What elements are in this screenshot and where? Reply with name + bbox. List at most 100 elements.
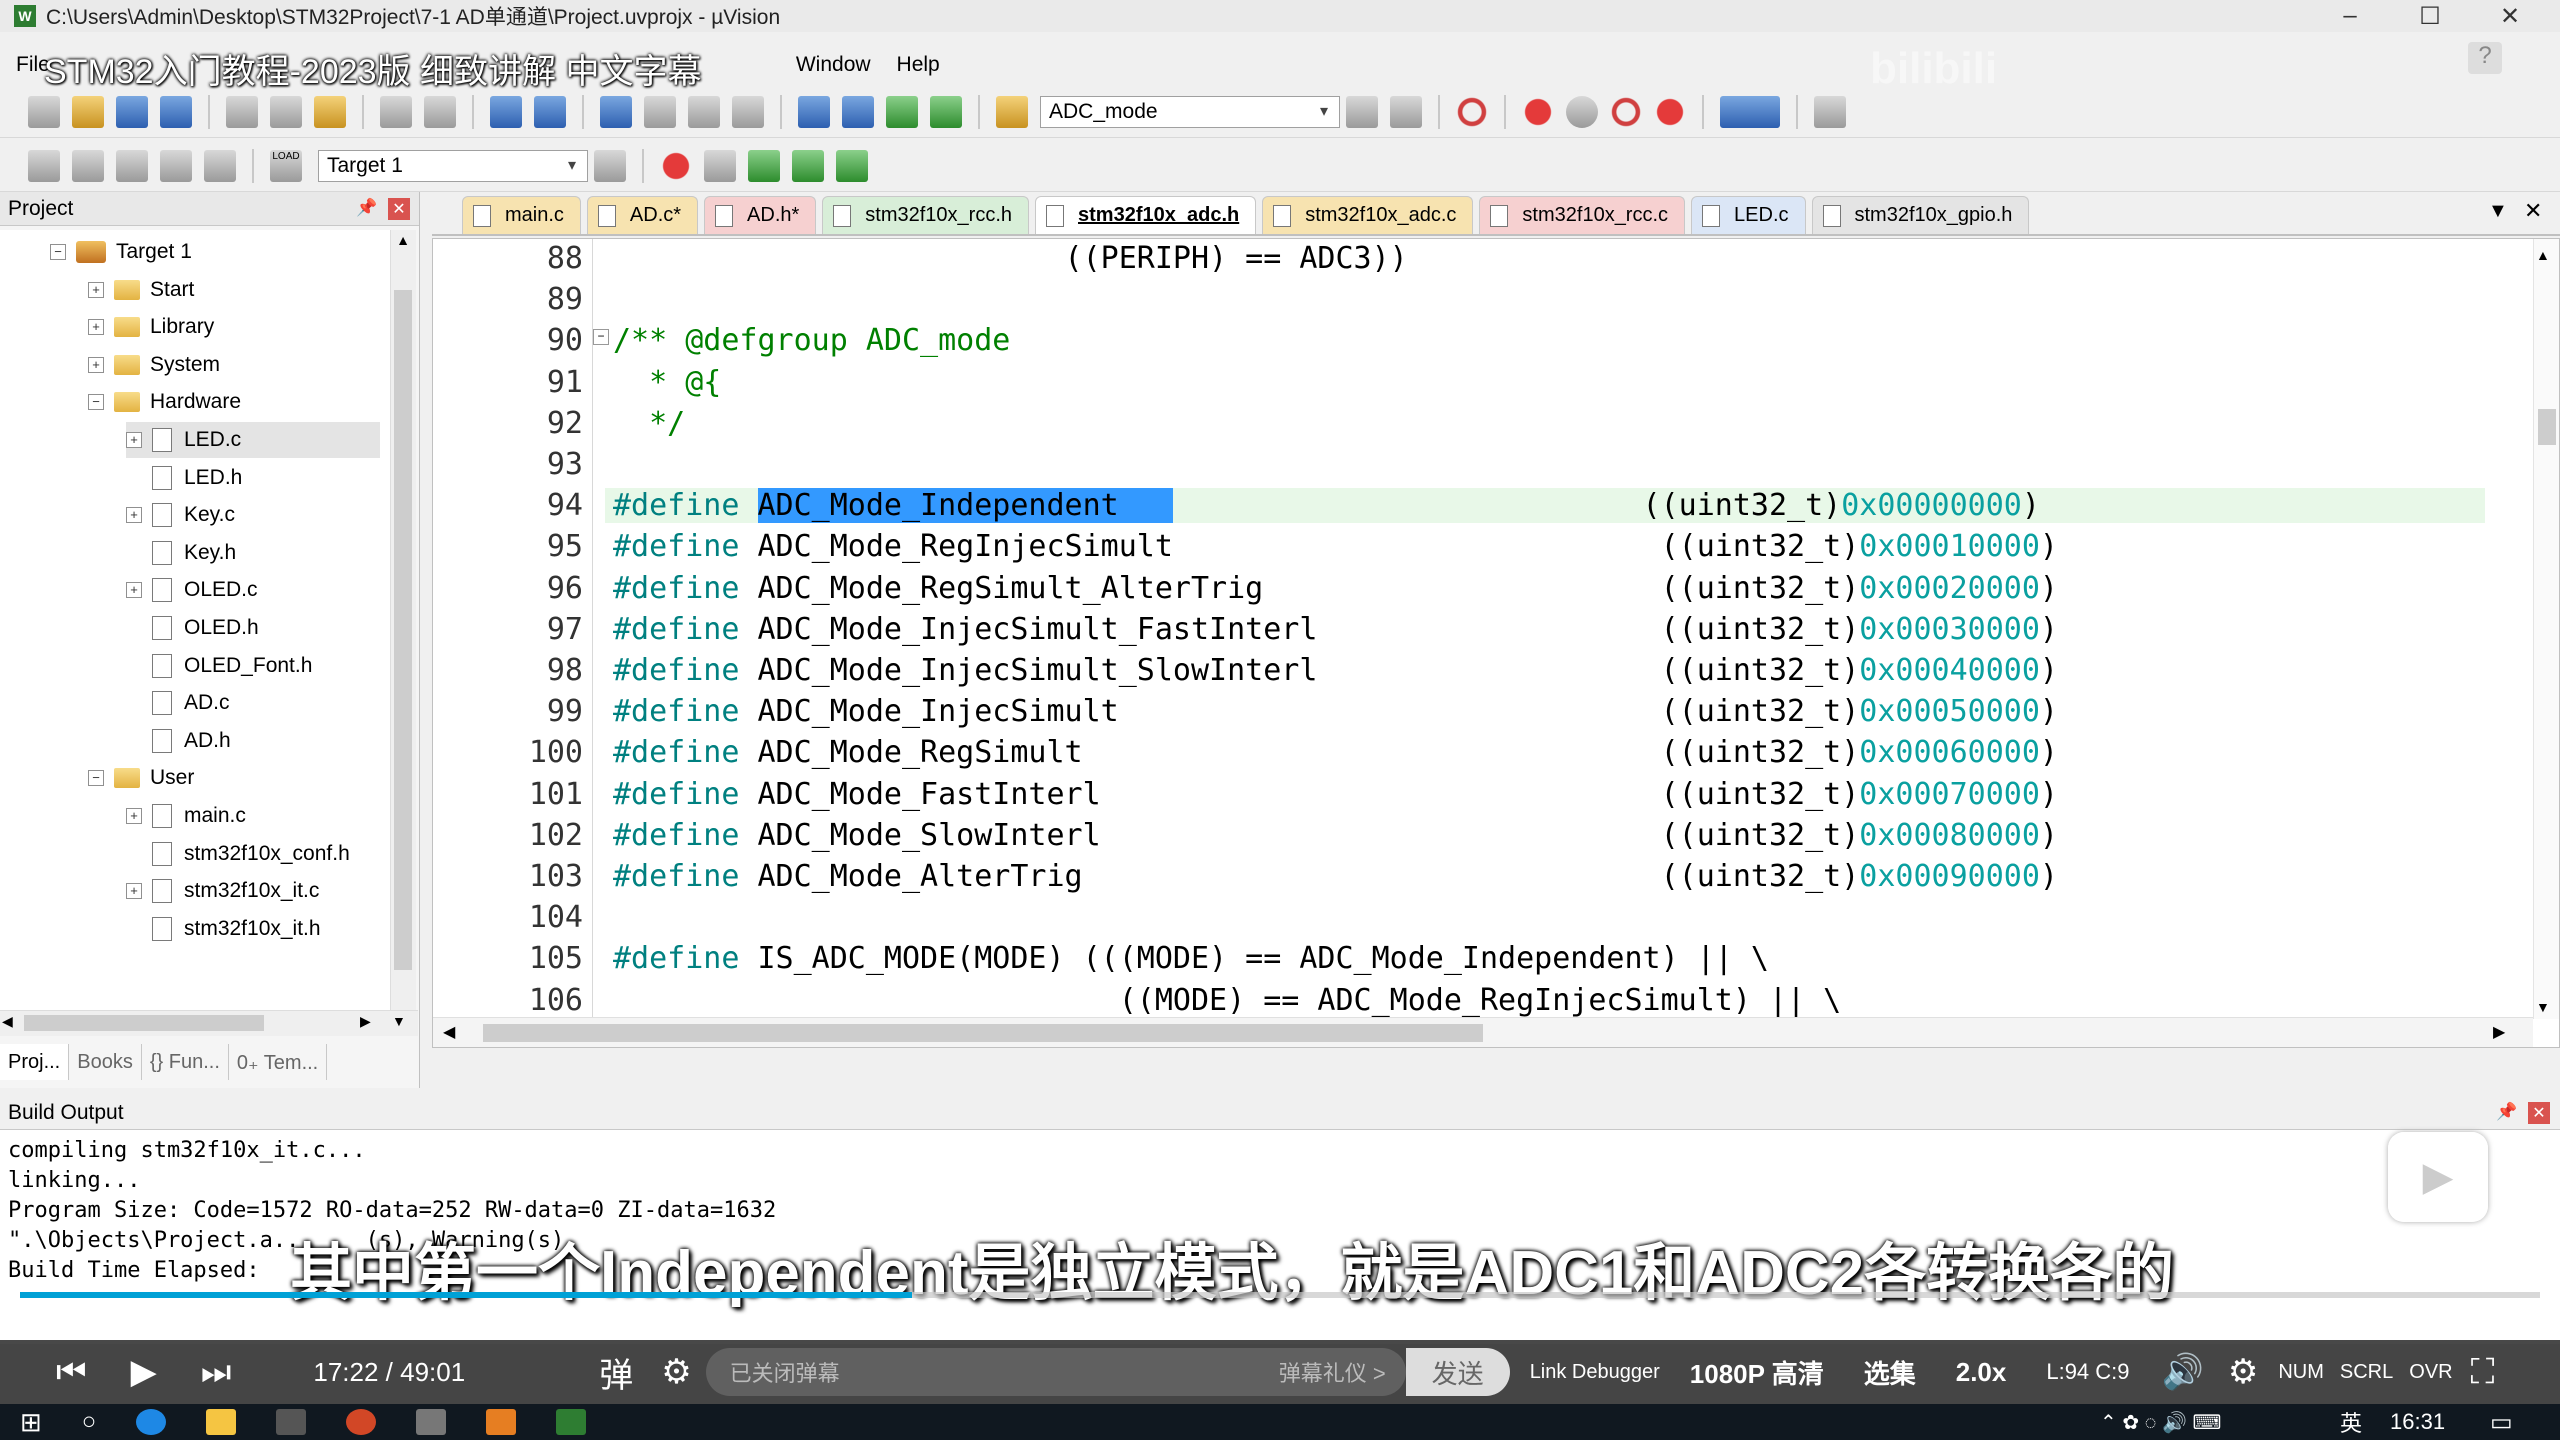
find-in-files-icon[interactable]	[996, 95, 1028, 128]
build-target-combo[interactable]: Target 1 ▾	[318, 149, 588, 182]
code-line[interactable]: #define ADC_Mode_InjecSimult ((uint32_t)…	[613, 694, 2058, 729]
scroll-down-icon[interactable]: ▼	[392, 1013, 406, 1029]
tree-item[interactable]: OLED.h	[126, 610, 380, 646]
maximize-button[interactable]: ☐	[2400, 0, 2460, 32]
settings-gear-icon[interactable]: ⚙	[2228, 1352, 2258, 1392]
expand-icon[interactable]: +	[126, 808, 142, 824]
fold-toggle-icon[interactable]: −	[593, 329, 609, 345]
editor-hscroll-thumb[interactable]	[483, 1024, 1483, 1042]
disable-all-breakpoints-icon[interactable]	[1610, 95, 1642, 128]
editor-tab[interactable]: AD.h*	[704, 196, 817, 234]
help-icon[interactable]: ?	[2468, 42, 2502, 74]
tree-scroll-thumb[interactable]	[394, 290, 412, 970]
unindent-icon[interactable]	[842, 95, 874, 128]
bookmark-icon[interactable]	[600, 95, 632, 128]
quality-button[interactable]: 1080P 高清	[1690, 1354, 1824, 1391]
expand-icon[interactable]: +	[126, 582, 142, 599]
volume-icon[interactable]: 🔊	[2162, 1352, 2204, 1392]
kill-breakpoints-icon[interactable]	[1654, 95, 1686, 128]
chevron-down-icon[interactable]: ▾	[1313, 101, 1335, 123]
tree-item[interactable]: + main.c	[126, 798, 380, 834]
danmaku-settings-icon[interactable]: ⚙	[661, 1352, 691, 1392]
code-line[interactable]: ((MODE) == ADC_Mode_RegInjecSimult) || \	[613, 983, 1841, 1018]
collapse-icon[interactable]: −	[88, 770, 104, 787]
tree-item[interactable]: + Library	[88, 309, 380, 345]
redo-icon[interactable]	[424, 95, 456, 128]
notification-icon[interactable]: ▭	[2490, 1408, 2513, 1437]
expand-icon[interactable]: +	[126, 432, 142, 448]
uncomment-icon[interactable]	[930, 95, 962, 128]
comment-icon[interactable]	[886, 95, 918, 128]
code-line[interactable]: #define ADC_Mode_SlowInterl ((uint32_t)0…	[613, 818, 2058, 853]
editor-tab[interactable]: stm32f10x_rcc.c	[1479, 196, 1686, 234]
tab-list-chevron-icon[interactable]: ▼	[2488, 200, 2508, 223]
manage-books-icon[interactable]	[704, 149, 736, 182]
start-icon[interactable]: ⊞	[20, 1407, 42, 1438]
open-file-icon[interactable]	[72, 95, 104, 128]
code-line[interactable]: ((PERIPH) == ADC3))	[613, 241, 1408, 276]
code-line[interactable]: #define ADC_Mode_AlterTrig ((uint32_t)0x…	[613, 859, 2058, 894]
search-icon[interactable]: ○	[82, 1408, 97, 1436]
tree-item[interactable]: + System	[88, 347, 380, 383]
undo-icon[interactable]	[380, 95, 412, 128]
code-line[interactable]: */	[613, 406, 685, 441]
expand-icon[interactable]: +	[126, 507, 142, 524]
menu-help[interactable]: Help	[897, 53, 940, 77]
save-all-icon[interactable]	[160, 95, 192, 128]
tree-item[interactable]: + LED.c	[126, 422, 380, 458]
code-line[interactable]: #define IS_ADC_MODE(MODE) (((MODE) == AD…	[613, 941, 1769, 976]
window-layout-icon[interactable]	[1720, 95, 1780, 128]
build-icon[interactable]	[72, 149, 104, 182]
episodes-button[interactable]: 选集	[1864, 1354, 1916, 1391]
collapse-icon[interactable]: −	[50, 244, 66, 260]
code-line[interactable]: * @{	[613, 365, 721, 400]
save-icon[interactable]	[116, 95, 148, 128]
danmaku-toggle-icon[interactable]: 弹	[599, 1348, 633, 1397]
code-line[interactable]: #define ADC_Mode_FastInterl ((uint32_t)0…	[613, 777, 2058, 812]
project-tab[interactable]: Proj...	[0, 1044, 70, 1080]
editor-horizontal-scrollbar[interactable]: ◀ ▶	[433, 1017, 2533, 1047]
find-icon[interactable]	[1346, 95, 1378, 128]
video-progress-bar[interactable]	[20, 1292, 2540, 1298]
code-line[interactable]: /** @defgroup ADC_mode	[613, 323, 1010, 358]
paste-icon[interactable]	[314, 95, 346, 128]
menu-window[interactable]: Window	[796, 53, 871, 77]
tree-horizontal-scrollbar[interactable]: ◀ ▶ ▼	[0, 1010, 418, 1036]
photos-icon[interactable]	[416, 1409, 447, 1435]
configure-icon[interactable]	[1814, 95, 1846, 128]
prev-bookmark-icon[interactable]	[644, 95, 676, 128]
project-tab[interactable]: Books	[69, 1044, 142, 1080]
file-explorer-icon[interactable]	[206, 1409, 237, 1435]
expand-icon[interactable]: +	[88, 319, 104, 336]
scroll-up-icon[interactable]: ▲	[2536, 247, 2550, 263]
uvision-taskbar-icon[interactable]	[556, 1409, 587, 1435]
clear-bookmarks-icon[interactable]	[732, 95, 764, 128]
run-time-env-icon[interactable]	[792, 149, 824, 182]
new-file-icon[interactable]	[28, 95, 60, 128]
ime-indicator[interactable]: 英	[2340, 1406, 2362, 1438]
expand-icon[interactable]: +	[88, 281, 104, 298]
tree-hscroll-thumb[interactable]	[24, 1015, 264, 1031]
disable-breakpoint-icon[interactable]	[1566, 95, 1598, 128]
tree-item[interactable]: OLED_Font.h	[126, 648, 380, 684]
next-icon[interactable]: ⏭	[201, 1353, 232, 1392]
cut-icon[interactable]	[226, 95, 258, 128]
editor-tab[interactable]: main.c	[462, 196, 581, 234]
app-orange-icon[interactable]	[486, 1409, 517, 1435]
target-options-icon[interactable]	[594, 149, 626, 182]
editor-tab[interactable]: LED.c	[1691, 196, 1806, 234]
editor-tab[interactable]: stm32f10x_gpio.h	[1811, 196, 2030, 234]
tree-item[interactable]: + OLED.c	[126, 572, 380, 608]
pack-installer-icon[interactable]	[836, 149, 868, 182]
tree-item[interactable]: AD.h	[126, 723, 380, 759]
tree-item[interactable]: + Key.c	[126, 497, 380, 533]
next-bookmark-icon[interactable]	[688, 95, 720, 128]
code-line[interactable]: #define ADC_Mode_RegSimult_AlterTrig ((u…	[613, 571, 2058, 606]
scroll-down-icon[interactable]: ▼	[2536, 999, 2550, 1015]
tree-item[interactable]: stm32f10x_it.h	[126, 911, 380, 947]
close-tab-icon[interactable]: ✕	[2524, 198, 2542, 224]
tree-item[interactable]: − Hardware	[88, 384, 380, 420]
speed-button[interactable]: 2.0x	[1956, 1357, 2007, 1388]
manage-project-icon[interactable]	[660, 149, 692, 182]
code-editor[interactable]: 88 89 90 91 92 93 94 95 96 97 98 99 100 101 102 103 104 1…	[432, 238, 2560, 1048]
